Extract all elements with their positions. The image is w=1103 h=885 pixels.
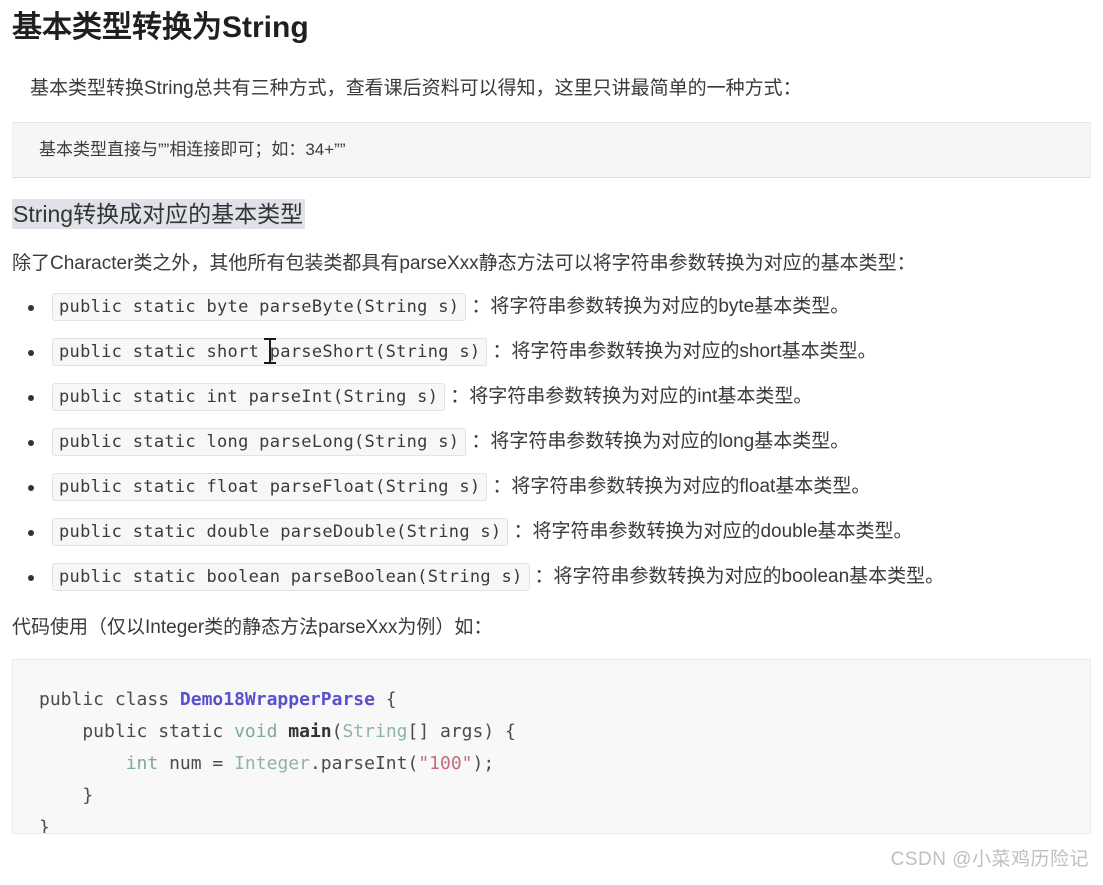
- code-token: Demo18WrapperParse: [179, 689, 375, 710]
- method-description: ：将字符串参数转换为对应的int基本类型。: [450, 386, 813, 407]
- method-description: ：将字符串参数转换为对应的byte基本类型。: [471, 296, 850, 317]
- code-token: String: [342, 721, 408, 742]
- code-token: void: [234, 721, 289, 742]
- code-token: Integer: [234, 753, 310, 774]
- code-token: (: [331, 721, 343, 742]
- code-token: }: [39, 817, 50, 834]
- list-item: public static byte parseByte(String s) ：将…: [0, 291, 1103, 323]
- method-description: ：将字符串参数转换为对应的long基本类型。: [471, 431, 850, 452]
- callout-block: 基本类型直接与””相连接即可；如：34+””: [12, 122, 1091, 178]
- code-token: {: [374, 689, 397, 710]
- callout-text: 基本类型直接与””相连接即可；如：34+””: [39, 140, 346, 159]
- method-description: ：将字符串参数转换为对应的float基本类型。: [492, 476, 871, 497]
- code-token: [] args) {: [407, 721, 516, 742]
- code-token: main: [288, 721, 332, 742]
- code-token: .parseInt(: [309, 753, 419, 774]
- code-token: public class: [39, 689, 180, 710]
- method-description: ：将字符串参数转换为对应的short基本类型。: [492, 341, 877, 362]
- list-item: public static boolean parseBoolean(Strin…: [0, 561, 1103, 593]
- code-block-content: public class Demo18WrapperParse { public…: [39, 684, 1090, 834]
- method-signature-code[interactable]: public static boolean parseBoolean(Strin…: [52, 563, 530, 591]
- list-item: public static double parseDouble(String …: [0, 516, 1103, 548]
- code-block[interactable]: public class Demo18WrapperParse { public…: [12, 659, 1091, 834]
- method-signature-code[interactable]: public static long parseLong(String s): [52, 428, 467, 456]
- list-item: public static short parseShort(String s)…: [0, 336, 1103, 368]
- method-list: public static byte parseByte(String s) ：将…: [0, 291, 1103, 593]
- method-signature-code[interactable]: public static byte parseByte(String s): [52, 293, 467, 321]
- except-paragraph: 除了Character类之外，其他所有包装类都具有parseXxx静态方法可以将…: [12, 253, 916, 274]
- subheading-selected-text[interactable]: String转换成对应的基本类型: [12, 199, 306, 229]
- code-token: "100": [418, 753, 473, 774]
- intro-paragraph: 基本类型转换String总共有三种方式，查看课后资料可以得知，这里只讲最简单的一…: [30, 78, 802, 99]
- article-page: 基本类型转换为String 基本类型转换String总共有三种方式，查看课后资料…: [0, 0, 1103, 885]
- method-description: ：将字符串参数转换为对应的boolean基本类型。: [534, 566, 945, 587]
- page-title: 基本类型转换为String: [12, 11, 309, 44]
- method-signature-code[interactable]: public static double parseDouble(String …: [52, 518, 509, 546]
- list-item: public static float parseFloat(String s)…: [0, 471, 1103, 503]
- code-token: num =: [169, 753, 235, 774]
- list-item: public static long parseLong(String s) ：将…: [0, 426, 1103, 458]
- code-token: public static: [39, 721, 235, 742]
- method-signature-code[interactable]: public static int parseInt(String s): [52, 383, 446, 411]
- method-signature-code[interactable]: public static short parseShort(String s): [52, 338, 488, 366]
- code-token: }: [39, 785, 94, 806]
- csdn-watermark: CSDN @小菜鸡历险记: [890, 849, 1089, 870]
- usage-paragraph: 代码使用（仅以Integer类的静态方法parseXxx为例）如：: [12, 617, 493, 638]
- code-token: int: [125, 753, 170, 774]
- subheading-container: String转换成对应的基本类型: [0, 178, 1103, 231]
- code-token: );: [472, 753, 495, 774]
- method-description: ：将字符串参数转换为对应的double基本类型。: [513, 521, 913, 542]
- list-item: public static int parseInt(String s) ：将字符…: [0, 381, 1103, 413]
- method-signature-code[interactable]: public static float parseFloat(String s): [52, 473, 488, 501]
